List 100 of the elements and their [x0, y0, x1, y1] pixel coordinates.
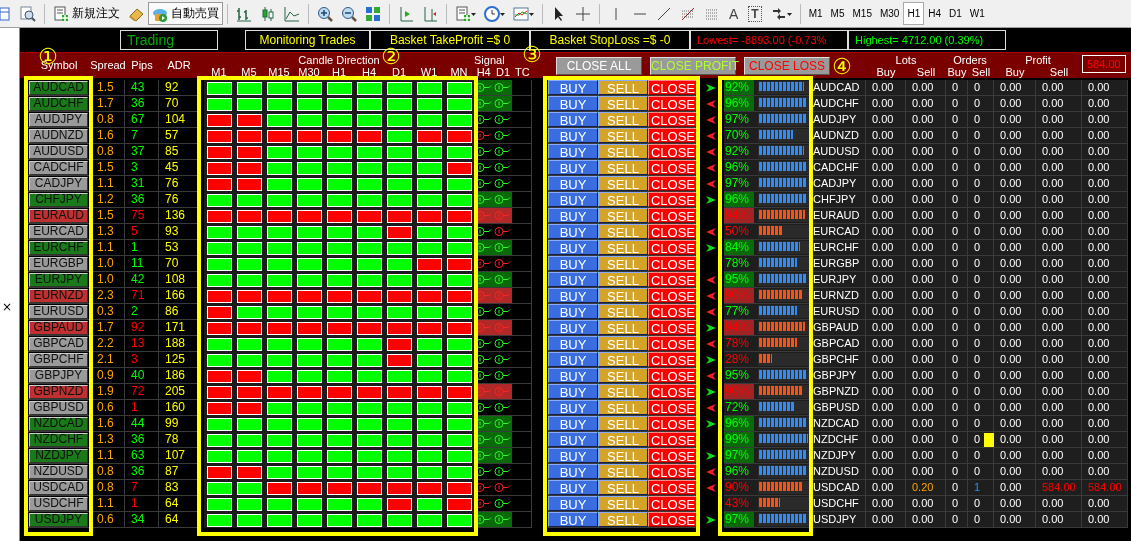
- symbol-button[interactable]: CHFJPY: [29, 192, 88, 207]
- sell-button[interactable]: SELL: [598, 320, 648, 335]
- buy-button[interactable]: BUY: [548, 144, 598, 159]
- close-button[interactable]: CLOSE: [648, 160, 698, 175]
- fibonacci-icon[interactable]: [680, 5, 696, 22]
- close-button[interactable]: CLOSE: [648, 80, 698, 95]
- sell-button[interactable]: SELL: [598, 80, 648, 95]
- auto-trading-button[interactable]: 自動売買: [148, 2, 223, 25]
- symbol-button[interactable]: EURCHF: [29, 240, 88, 255]
- buy-button[interactable]: BUY: [548, 112, 598, 127]
- sell-button[interactable]: SELL: [598, 464, 648, 479]
- timeframe-button[interactable]: D1: [945, 2, 966, 25]
- close-button[interactable]: CLOSE: [648, 320, 698, 335]
- close-button[interactable]: CLOSE: [648, 224, 698, 239]
- trend-line-icon[interactable]: [656, 5, 672, 22]
- candlestick-icon[interactable]: [260, 5, 276, 22]
- line-chart-icon[interactable]: [284, 5, 300, 22]
- symbol-button[interactable]: CADJPY: [29, 176, 88, 191]
- symbol-button[interactable]: EURGBP: [29, 256, 88, 271]
- sell-button[interactable]: SELL: [598, 256, 648, 271]
- symbol-button[interactable]: EURUSD: [29, 304, 88, 319]
- buy-button[interactable]: BUY: [548, 496, 598, 511]
- sell-button[interactable]: SELL: [598, 272, 648, 287]
- sell-button[interactable]: SELL: [598, 96, 648, 111]
- text-label-tool[interactable]: T: [748, 5, 762, 22]
- buy-button[interactable]: BUY: [548, 368, 598, 383]
- sell-button[interactable]: SELL: [598, 480, 648, 495]
- symbol-button[interactable]: AUDNZD: [29, 128, 88, 143]
- timeframe-button[interactable]: M5: [826, 2, 849, 25]
- window-icon[interactable]: [0, 5, 10, 22]
- symbol-button[interactable]: CADCHF: [29, 160, 88, 175]
- close-button[interactable]: CLOSE: [648, 304, 698, 319]
- sell-button[interactable]: SELL: [598, 400, 648, 415]
- close-button[interactable]: CLOSE: [648, 144, 698, 159]
- symbol-button[interactable]: GBPUSD: [29, 400, 88, 415]
- buy-button[interactable]: BUY: [548, 240, 598, 255]
- buy-button[interactable]: BUY: [548, 448, 598, 463]
- sell-button[interactable]: SELL: [598, 432, 648, 447]
- sell-button[interactable]: SELL: [598, 368, 648, 383]
- close-button[interactable]: CLOSE: [648, 272, 698, 287]
- sell-button[interactable]: SELL: [598, 384, 648, 399]
- tile-windows-icon[interactable]: [365, 5, 381, 22]
- buy-button[interactable]: BUY: [548, 96, 598, 111]
- buy-button[interactable]: BUY: [548, 80, 598, 95]
- text-tool[interactable]: A: [729, 5, 739, 22]
- timeframe-button[interactable]: M30: [875, 2, 904, 25]
- chart-shift-icon[interactable]: [422, 5, 438, 22]
- close-button[interactable]: CLOSE: [648, 240, 698, 255]
- buy-button[interactable]: BUY: [548, 288, 598, 303]
- timeframe-button[interactable]: H4: [924, 2, 945, 25]
- buy-button[interactable]: BUY: [548, 304, 598, 319]
- symbol-button[interactable]: AUDUSD: [29, 144, 88, 159]
- close-all-button[interactable]: CLOSE ALL: [556, 56, 642, 75]
- symbol-button[interactable]: GBPCAD: [29, 336, 88, 351]
- magnifier-icon[interactable]: [20, 5, 36, 22]
- close-button[interactable]: CLOSE: [648, 464, 698, 479]
- close-button[interactable]: CLOSE: [648, 96, 698, 111]
- sell-button[interactable]: SELL: [598, 352, 648, 367]
- sell-button[interactable]: SELL: [598, 128, 648, 143]
- sell-button[interactable]: SELL: [598, 304, 648, 319]
- close-button[interactable]: CLOSE: [648, 432, 698, 447]
- symbol-button[interactable]: AUDCAD: [29, 80, 88, 95]
- close-button[interactable]: CLOSE: [648, 336, 698, 351]
- buy-button[interactable]: BUY: [548, 480, 598, 495]
- symbol-button[interactable]: USDCAD: [29, 480, 88, 495]
- sell-button[interactable]: SELL: [598, 208, 648, 223]
- close-button[interactable]: CLOSE: [648, 448, 698, 463]
- symbol-button[interactable]: GBPJPY: [29, 368, 88, 383]
- buy-button[interactable]: BUY: [548, 384, 598, 399]
- sell-button[interactable]: SELL: [598, 176, 648, 191]
- sell-button[interactable]: SELL: [598, 336, 648, 351]
- symbol-button[interactable]: USDJPY: [29, 512, 88, 527]
- sell-button[interactable]: SELL: [598, 144, 648, 159]
- buy-button[interactable]: BUY: [548, 160, 598, 175]
- close-button[interactable]: CLOSE: [648, 496, 698, 511]
- symbol-button[interactable]: EURAUD: [29, 208, 88, 223]
- close-button[interactable]: CLOSE: [648, 512, 698, 527]
- symbol-button[interactable]: GBPNZD: [29, 384, 88, 399]
- bar-chart-icon[interactable]: [236, 5, 252, 22]
- close-button[interactable]: CLOSE: [648, 112, 698, 127]
- sell-button[interactable]: SELL: [598, 448, 648, 463]
- symbol-button[interactable]: USDCHF: [29, 496, 88, 511]
- buy-button[interactable]: BUY: [548, 256, 598, 271]
- new-order-button[interactable]: 新規注文: [49, 2, 124, 25]
- timeframe-button[interactable]: W1: [965, 2, 989, 25]
- buy-button[interactable]: BUY: [548, 400, 598, 415]
- zoom-out-icon[interactable]: [341, 5, 357, 22]
- sell-button[interactable]: SELL: [598, 192, 648, 207]
- buy-button[interactable]: BUY: [548, 176, 598, 191]
- close-button[interactable]: CLOSE: [648, 480, 698, 495]
- timeframe-button[interactable]: H1: [903, 2, 925, 25]
- symbol-button[interactable]: NZDUSD: [29, 464, 88, 479]
- scroll-chart-icon[interactable]: [398, 5, 414, 22]
- timeframe-button[interactable]: M1: [804, 2, 827, 25]
- arrows-icon[interactable]: [770, 5, 787, 22]
- sell-button[interactable]: SELL: [598, 224, 648, 239]
- symbol-button[interactable]: EURCAD: [29, 224, 88, 239]
- timeframe-button[interactable]: M15: [848, 2, 876, 25]
- close-button[interactable]: CLOSE: [648, 288, 698, 303]
- buy-button[interactable]: BUY: [548, 416, 598, 431]
